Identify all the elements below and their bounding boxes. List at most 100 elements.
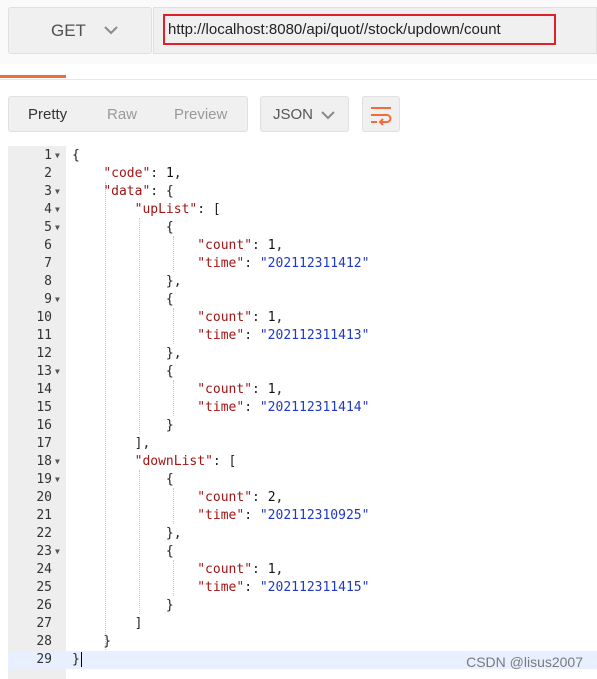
- code-line: 2 "code": 1,: [8, 165, 597, 183]
- view-raw-button[interactable]: Raw: [107, 106, 137, 123]
- fold-arrow-icon[interactable]: ▼: [55, 291, 60, 309]
- code-text: }: [72, 634, 112, 649]
- view-pretty-button[interactable]: Pretty: [28, 106, 67, 123]
- code-line: 6 "count": 1,: [8, 237, 597, 255]
- request-tab-strip: [0, 64, 597, 80]
- line-number: 1: [44, 148, 52, 163]
- wrap-lines-icon: [371, 107, 392, 126]
- line-number: 25: [36, 580, 52, 595]
- line-number: 20: [36, 490, 52, 505]
- fold-arrow-icon[interactable]: ▼: [55, 471, 60, 489]
- code-text: {: [72, 472, 174, 487]
- line-number: 9: [44, 292, 52, 307]
- line-number: 7: [44, 256, 52, 271]
- code-line: 23 ▼ {: [8, 543, 597, 561]
- code-text: {: [72, 292, 174, 307]
- chevron-down-icon: [104, 26, 118, 35]
- line-number: 23: [36, 544, 52, 559]
- url-text: http://localhost:8080/api/quot//stock/up…: [168, 21, 501, 38]
- code-line: 21 "time": "202112310925": [8, 507, 597, 525]
- code-line: 16 }: [8, 417, 597, 435]
- code-text: ]: [72, 616, 143, 631]
- code-text: }: [72, 598, 174, 613]
- format-label: JSON: [273, 106, 314, 123]
- code-text: ],: [72, 436, 151, 451]
- code-line: 24 "count": 1,: [8, 561, 597, 579]
- format-select[interactable]: JSON: [260, 96, 349, 132]
- line-number: 8: [44, 274, 52, 289]
- code-line: 15 "time": "202112311414": [8, 399, 597, 417]
- code-text: "count": 2,: [197, 490, 284, 505]
- code-line: 20 "count": 2,: [8, 489, 597, 507]
- code-line: 28 }: [8, 633, 597, 651]
- code-text: "downList": [: [134, 454, 237, 469]
- code-line: 26 }: [8, 597, 597, 615]
- view-preview-button[interactable]: Preview: [174, 106, 227, 123]
- fold-arrow-icon[interactable]: ▼: [55, 201, 60, 219]
- code-text: "data": {: [103, 184, 174, 199]
- code-line: 27 ]: [8, 615, 597, 633]
- line-number: 5: [44, 220, 52, 235]
- code-text: "count": 1,: [197, 310, 284, 325]
- method-select[interactable]: GET: [8, 7, 152, 54]
- code-text: "code": 1,: [103, 166, 182, 181]
- line-number: 10: [36, 310, 52, 325]
- fold-arrow-icon[interactable]: ▼: [55, 453, 60, 471]
- code-line: 22 },: [8, 525, 597, 543]
- code-line: 25 "time": "202112311415": [8, 579, 597, 597]
- code-line: 7 "time": "202112311412": [8, 255, 597, 273]
- code-text: "count": 1,: [197, 562, 284, 577]
- code-line: 9 ▼ {: [8, 291, 597, 309]
- fold-arrow-icon[interactable]: ▼: [55, 363, 60, 381]
- code-text: "time": "202112311413": [197, 328, 370, 343]
- code-text: "upList": [: [134, 202, 221, 217]
- fold-arrow-icon[interactable]: ▼: [55, 183, 60, 201]
- response-body-editor[interactable]: 1 ▼{2 "code": 1, 3 ▼ "data": {4 ▼ "upList": …: [8, 146, 597, 679]
- code-text: }: [72, 418, 174, 433]
- code-line: 18 ▼ "downList": [: [8, 453, 597, 471]
- line-number: 18: [36, 454, 52, 469]
- text-cursor: [80, 652, 82, 667]
- code-line: 19 ▼ {: [8, 471, 597, 489]
- method-label: GET: [51, 20, 86, 40]
- code-text: },: [72, 346, 182, 361]
- line-number: 17: [36, 436, 52, 451]
- line-number: 13: [36, 364, 52, 379]
- code-line: 4 ▼ "upList": [: [8, 201, 597, 219]
- code-line: 13 ▼ {: [8, 363, 597, 381]
- fold-arrow-icon[interactable]: ▼: [55, 543, 60, 561]
- line-number: 28: [36, 634, 52, 649]
- code-text: {: [72, 220, 174, 235]
- code-text: }: [72, 652, 82, 667]
- code-line: 17 ],: [8, 435, 597, 453]
- line-number: 26: [36, 598, 52, 613]
- line-number: 14: [36, 382, 52, 397]
- code-text: {: [72, 148, 80, 163]
- chevron-down-icon: [321, 111, 335, 120]
- code-text: "time": "202112311414": [197, 400, 370, 415]
- line-number: 19: [36, 472, 52, 487]
- fold-arrow-icon[interactable]: ▼: [55, 219, 60, 237]
- line-number: 11: [36, 328, 52, 343]
- code-line: 3 ▼ "data": {: [8, 183, 597, 201]
- code-text: "time": "202112311415": [197, 580, 370, 595]
- request-bar: GET http://localhost:8080/api/quot//stoc…: [0, 0, 597, 64]
- code-text: {: [72, 544, 174, 559]
- wrap-lines-button[interactable]: [362, 96, 400, 132]
- line-number: 29: [36, 652, 52, 667]
- code-text: },: [72, 526, 182, 541]
- fold-arrow-icon[interactable]: ▼: [55, 147, 60, 165]
- code-text: "count": 1,: [197, 382, 284, 397]
- line-number: 6: [44, 238, 52, 253]
- line-number: 15: [36, 400, 52, 415]
- code-line: 5 ▼ {: [8, 219, 597, 237]
- line-number: 24: [36, 562, 52, 577]
- code-text: "time": "202112311412": [197, 256, 370, 271]
- code-line: 8 },: [8, 273, 597, 291]
- code-text: "count": 1,: [197, 238, 284, 253]
- line-number: 4: [44, 202, 52, 217]
- code-text: {: [72, 364, 174, 379]
- watermark: CSDN @lisus2007: [466, 654, 583, 670]
- code-line: 14 "count": 1,: [8, 381, 597, 399]
- line-number: 3: [44, 184, 52, 199]
